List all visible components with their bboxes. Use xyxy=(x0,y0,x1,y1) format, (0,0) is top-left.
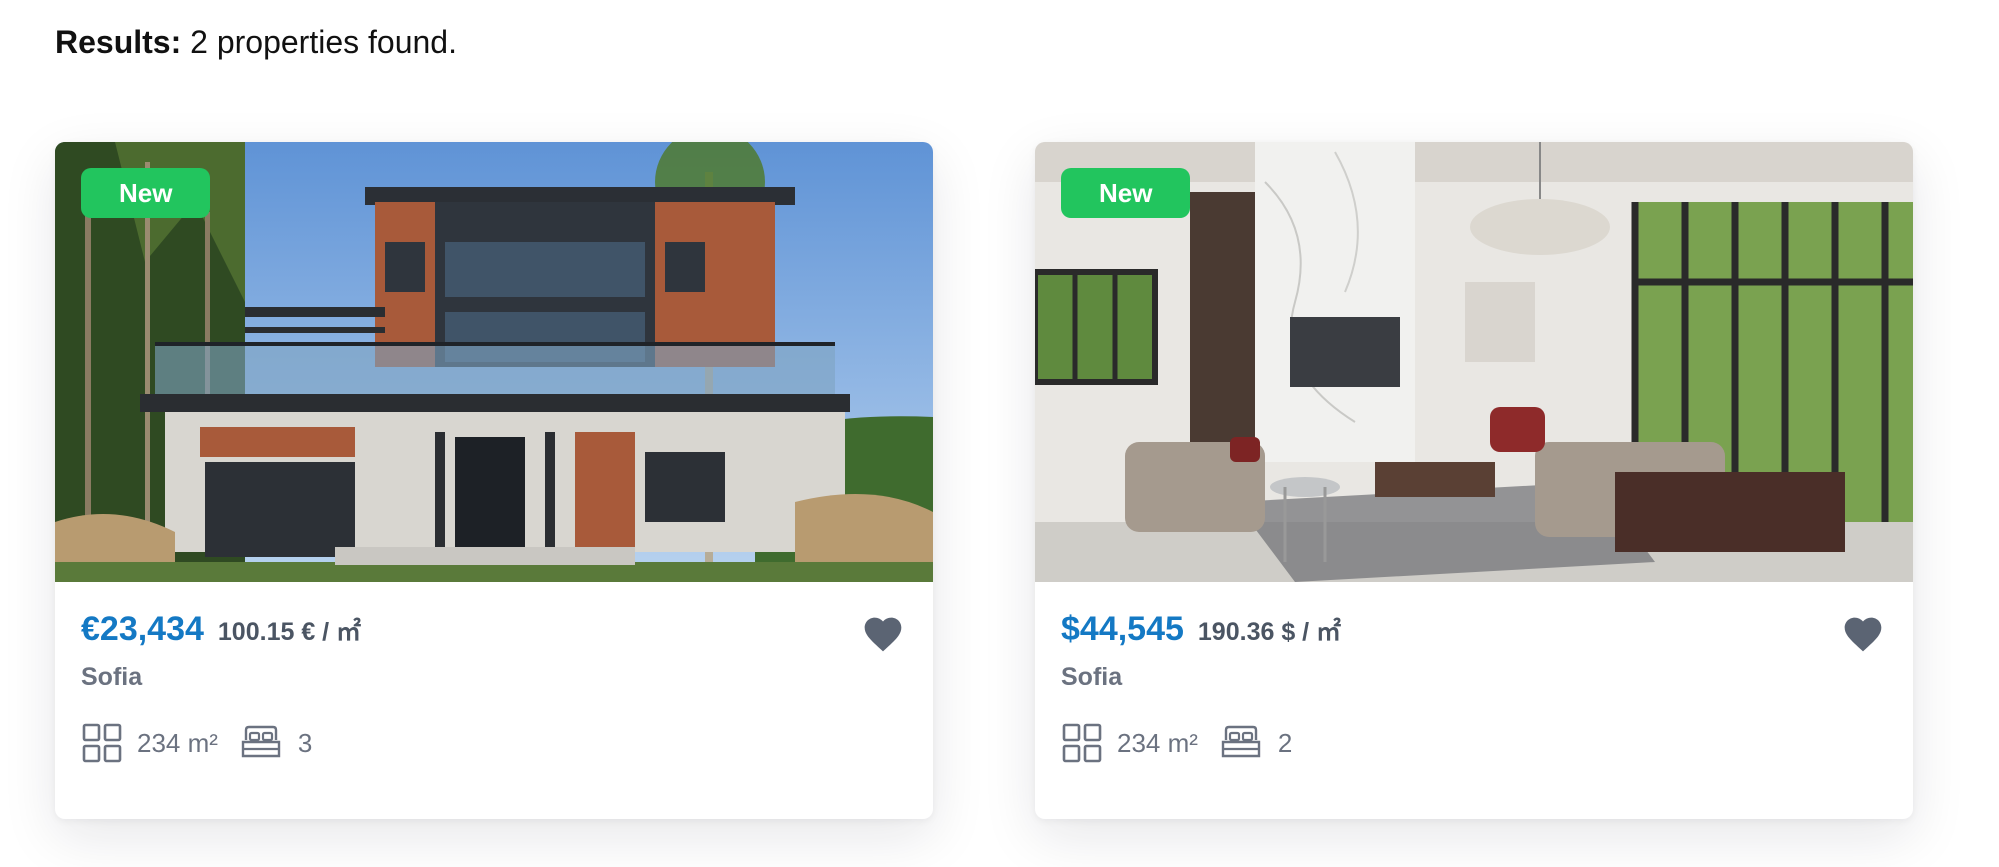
property-info: €23,434 100.15 € / ㎡ Sofia 234 m² 3 xyxy=(81,610,907,763)
property-features: 234 m² 2 xyxy=(1061,722,1292,764)
price-per-square-meter: 190.36 $ / ㎡ xyxy=(1197,618,1342,646)
results-count-text: 2 properties found. xyxy=(190,24,457,60)
property-area: 234 m² xyxy=(137,727,218,758)
property-photo-house-exterior[interactable]: New xyxy=(55,142,933,582)
property-card[interactable]: New $44,545 190.36 $ / ㎡ Sofia 234 m² 2 xyxy=(1035,142,1913,819)
property-city: Sofia xyxy=(1061,663,1123,691)
area-grid-icon xyxy=(82,723,122,763)
property-photo-living-room[interactable]: New xyxy=(1035,142,1913,582)
heart-icon[interactable] xyxy=(1841,612,1885,654)
property-price: $44,545 xyxy=(1061,610,1184,648)
price-per-square-meter: 100.15 € / ㎡ xyxy=(217,618,362,646)
new-badge: New xyxy=(1061,168,1191,218)
property-area: 234 m² xyxy=(1117,727,1198,758)
property-card[interactable]: New €23,434 100.15 € / ㎡ Sofia 234 m² 3 xyxy=(55,142,933,819)
bed-icon xyxy=(1221,725,1261,758)
results-summary: Results: 2 properties found. xyxy=(55,24,457,61)
property-info: $44,545 190.36 $ / ㎡ Sofia 234 m² 2 xyxy=(1061,610,1887,763)
area-grid-icon xyxy=(1062,723,1102,763)
results-label: Results: xyxy=(55,24,182,60)
property-bedrooms: 2 xyxy=(1277,727,1293,758)
property-bedrooms: 3 xyxy=(297,727,313,758)
property-price: €23,434 xyxy=(81,610,204,648)
bed-icon xyxy=(241,725,281,758)
new-badge: New xyxy=(81,168,211,218)
price-row: $44,545 190.36 $ / ㎡ xyxy=(1061,610,1887,649)
heart-icon[interactable] xyxy=(861,612,905,654)
property-city: Sofia xyxy=(81,663,143,691)
property-features: 234 m² 3 xyxy=(81,722,312,764)
price-row: €23,434 100.15 € / ㎡ xyxy=(81,610,907,649)
